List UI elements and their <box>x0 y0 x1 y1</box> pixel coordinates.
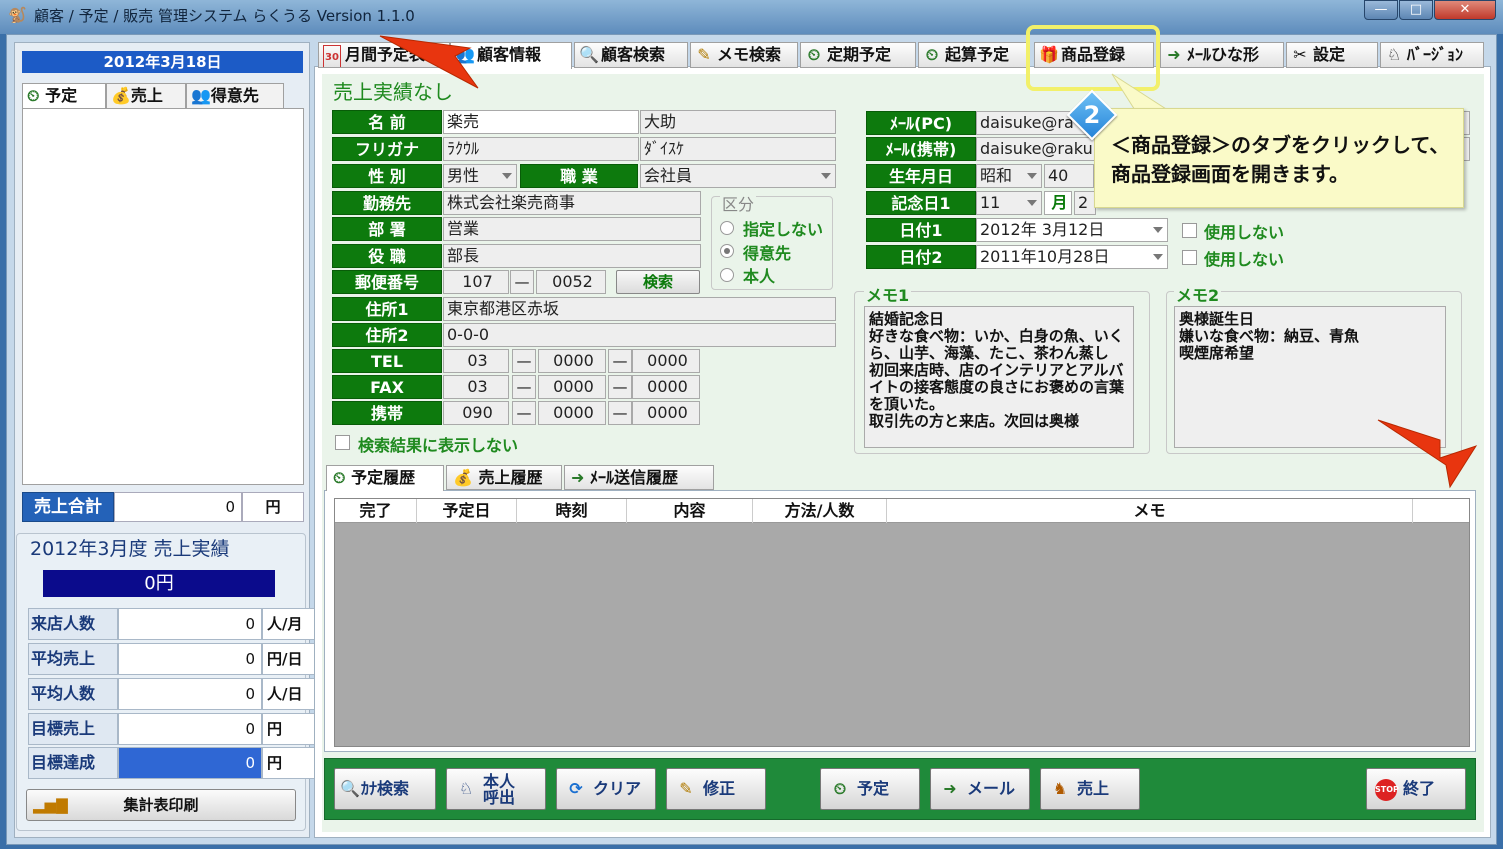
step-badge-number: 2 <box>1083 101 1101 129</box>
red-arrow-top <box>379 35 479 89</box>
callout-text: ＜商品登録＞のタブをクリックして、 商品登録画面を開きます。 <box>1111 133 1450 186</box>
instruction-callout: ＜商品登録＞のタブをクリックして、 商品登録画面を開きます。 <box>1094 108 1464 208</box>
red-arrow-right <box>1377 419 1478 489</box>
